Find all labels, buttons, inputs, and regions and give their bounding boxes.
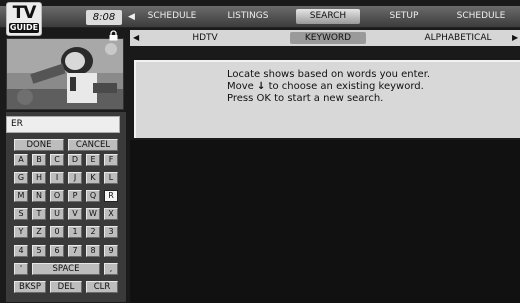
left-arrow-icon[interactable]: ◀ <box>133 32 139 44</box>
key-g[interactable]: G <box>14 172 28 184</box>
delete-button[interactable]: DEL <box>50 281 82 293</box>
key-f[interactable]: F <box>104 154 118 166</box>
live-tv-preview <box>6 38 124 110</box>
tv-guide-screen: 8:08 ◀ SCHEDULE LISTINGS SEARCH SETUP SC… <box>0 0 520 303</box>
key-i[interactable]: I <box>50 172 64 184</box>
menu-item-setup[interactable]: SETUP <box>376 9 432 24</box>
menu-item-search[interactable]: SEARCH <box>296 9 360 24</box>
key-3[interactable]: 3 <box>104 226 118 238</box>
clock: 8:08 <box>86 10 122 25</box>
key-6[interactable]: 6 <box>50 245 64 257</box>
down-arrow-icon: ↓ <box>257 81 266 92</box>
key-w[interactable]: W <box>86 208 100 220</box>
left-arrow-icon[interactable]: ◀ <box>128 11 135 23</box>
key-7[interactable]: 7 <box>68 245 82 257</box>
key-n[interactable]: N <box>32 190 46 202</box>
key-z[interactable]: Z <box>32 226 46 238</box>
key-1[interactable]: 1 <box>68 226 82 238</box>
key-e[interactable]: E <box>86 154 100 166</box>
info-line-2-prefix: Move <box>227 81 254 92</box>
clear-button[interactable]: CLR <box>86 281 118 293</box>
key-o[interactable]: O <box>50 190 64 202</box>
search-input[interactable]: ER <box>6 116 120 133</box>
key-u[interactable]: U <box>50 208 64 220</box>
key-s[interactable]: S <box>14 208 28 220</box>
backspace-button[interactable]: BKSP <box>14 281 46 293</box>
info-line-2-suffix: to choose an existing keyword. <box>268 81 424 92</box>
search-submenu-bar: ◀ HDTV KEYWORD ALPHABETICAL ▶ <box>130 30 520 46</box>
results-area <box>130 140 520 303</box>
done-button[interactable]: DONE <box>14 139 64 151</box>
space-key[interactable]: SPACE <box>32 263 100 275</box>
top-menu-bar: 8:08 ◀ SCHEDULE LISTINGS SEARCH SETUP SC… <box>0 6 520 28</box>
cancel-button[interactable]: CANCEL <box>68 139 118 151</box>
right-arrow-icon[interactable]: ▶ <box>512 32 518 44</box>
key-q[interactable]: Q <box>86 190 100 202</box>
key-h[interactable]: H <box>32 172 46 184</box>
lock-icon <box>108 30 122 42</box>
key-x[interactable]: X <box>104 208 118 220</box>
menu-item-schedule[interactable]: SCHEDULE <box>142 9 202 24</box>
submenu-item-keyword[interactable]: KEYWORD <box>290 32 366 44</box>
menu-item-listings[interactable]: LISTINGS <box>218 9 278 24</box>
key-y[interactable]: Y <box>14 226 28 238</box>
menu-item-schedule-2[interactable]: SCHEDULE <box>448 9 514 24</box>
key-apostrophe[interactable]: ' <box>14 263 28 275</box>
key-b[interactable]: B <box>32 154 46 166</box>
key-4[interactable]: 4 <box>14 245 28 257</box>
key-5[interactable]: 5 <box>32 245 46 257</box>
logo-text-tv: TV <box>12 3 37 23</box>
key-l[interactable]: L <box>104 172 118 184</box>
key-a[interactable]: A <box>14 154 28 166</box>
tv-guide-logo: TV GUIDE <box>6 2 42 36</box>
submenu-item-hdtv[interactable]: HDTV <box>170 32 240 44</box>
key-m[interactable]: M <box>14 190 28 202</box>
key-t[interactable]: T <box>32 208 46 220</box>
key-r[interactable]: R <box>104 190 118 202</box>
key-comma[interactable]: , <box>104 263 118 275</box>
key-c[interactable]: C <box>50 154 64 166</box>
key-v[interactable]: V <box>68 208 82 220</box>
key-0[interactable]: 0 <box>50 226 64 238</box>
info-line-3: Press OK to start a new search. <box>227 93 384 104</box>
logo-text-guide: GUIDE <box>9 23 39 33</box>
key-p[interactable]: P <box>68 190 82 202</box>
key-j[interactable]: J <box>68 172 82 184</box>
key-8[interactable]: 8 <box>86 245 100 257</box>
info-line-1: Locate shows based on words you enter. <box>227 69 431 80</box>
preview-image <box>7 39 123 109</box>
submenu-item-alphabetical[interactable]: ALPHABETICAL <box>414 32 502 44</box>
key-9[interactable]: 9 <box>104 245 118 257</box>
keyword-info-panel: Locate shows based on words you enter. M… <box>134 60 520 138</box>
key-d[interactable]: D <box>68 154 82 166</box>
key-k[interactable]: K <box>86 172 100 184</box>
info-line-2: Move ↓ to choose an existing keyword. <box>227 81 424 93</box>
key-2[interactable]: 2 <box>86 226 100 238</box>
